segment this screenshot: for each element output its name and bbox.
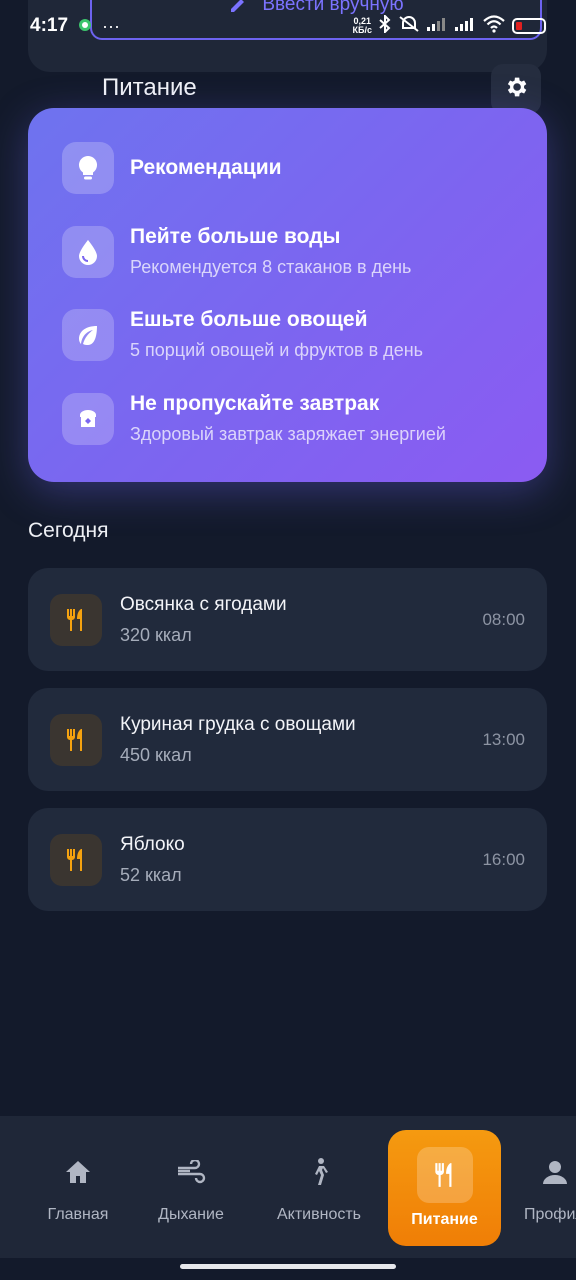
nav-label: Дыхание [158,1206,224,1223]
recommendation-subtitle: Рекомендуется 8 стаканов в день [130,257,412,277]
battery-icon [512,18,546,34]
meal-name: Куриная грудка с овощами [120,713,356,735]
recommendations-title: Рекомендации [130,156,282,179]
nav-item-home[interactable]: Главная [30,1130,126,1246]
meal-item[interactable]: Овсянка с ягодами 320 ккал 08:00 [28,568,547,671]
home-indicator[interactable] [180,1264,396,1269]
meal-calories: 450 ккал [120,744,192,765]
recommendations-card: Рекомендации Пейте больше воды Рекоменду… [28,108,547,482]
status-bar: 4:17 ··· 0,21 КБ/с [0,0,576,52]
water-drop-icon [62,225,114,278]
recommendation-title: Ешьте больше овощей [130,308,368,331]
bluetooth-icon [378,13,392,38]
nav-item-profile[interactable]: Профиль [520,1130,576,1246]
meal-item[interactable]: Куриная грудка с овощами 450 ккал 13:00 [28,688,547,791]
utensils-icon [50,833,102,886]
meal-item[interactable]: Яблоко 52 ккал 16:00 [28,808,547,911]
meal-calories: 52 ккал [120,864,182,885]
app-notification-icon [78,16,92,37]
recommendation-subtitle: 5 порций овощей и фруктов в день [130,340,424,360]
nav-label: Питание [411,1211,478,1228]
signal-icon-1 [426,16,448,37]
utensils-icon [50,593,102,646]
meal-time: 16:00 [482,849,525,869]
recommendation-title: Пейте больше воды [130,225,341,248]
recommendations-header: Рекомендации [62,142,282,194]
gear-icon [503,74,529,105]
wifi-icon [482,14,506,38]
food-icon [416,1147,473,1203]
home-icon [64,1152,92,1192]
nav-label: Профиль [524,1206,576,1223]
lightbulb-icon [62,142,114,194]
status-time: 4:17 [30,15,69,36]
meal-name: Яблоко [120,833,185,855]
signal-icon-2 [454,16,476,37]
net-speed: 0,21 КБ/с [352,16,372,35]
settings-button[interactable] [491,64,541,114]
breakfast-icon [62,392,114,445]
nav-label: Активность [276,1206,361,1223]
recommendation-item: Пейте больше воды Рекомендуется 8 стакан… [62,225,411,278]
walk-icon [308,1152,330,1192]
more-notifications-icon: ··· [102,15,121,36]
leaf-icon [62,308,114,361]
meal-time: 08:00 [482,609,525,629]
nav-item-breathing[interactable]: Дыхание [146,1130,236,1246]
today-title: Сегодня [28,519,109,542]
recommendation-title: Не пропускайте завтрак [130,392,380,415]
profile-icon [542,1152,568,1192]
recommendation-item: Ешьте больше овощей 5 порций овощей и фр… [62,308,423,361]
page-title: Питание [102,74,197,101]
nav-item-activity[interactable]: Активность [266,1130,372,1246]
wind-icon [176,1152,206,1192]
utensils-icon [50,713,102,766]
recommendation-subtitle: Здоровый завтрак заряжает энергией [130,424,446,444]
meal-time: 13:00 [482,729,525,749]
nav-label: Главная [47,1206,109,1223]
mute-icon [398,15,420,38]
nav-item-nutrition[interactable]: Питание [388,1130,501,1246]
recommendation-item: Не пропускайте завтрак Здоровый завтрак … [62,392,446,445]
bottom-nav: Главная Дыхание Активность Питание Профи… [0,1116,576,1258]
meal-calories: 320 ккал [120,624,192,645]
meal-name: Овсянка с ягодами [120,593,287,615]
